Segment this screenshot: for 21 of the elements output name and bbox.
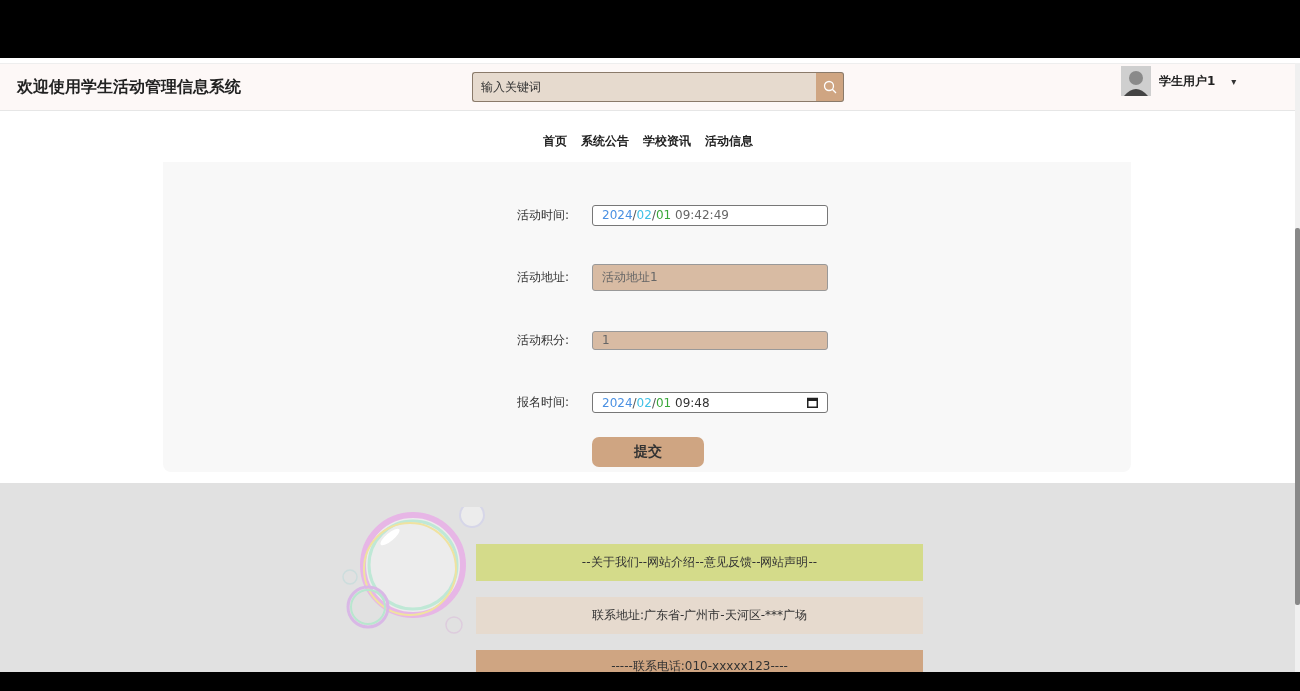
scrollbar-thumb[interactable]	[1295, 228, 1300, 605]
footer-text: -----联系电话:010-xxxxx123----	[611, 659, 788, 672]
input-field[interactable]: 2024/02/01 09:42:49	[592, 204, 828, 226]
field-label: 活动积分:	[517, 331, 571, 349]
site-title: 欢迎使用学生活动管理信息系统	[17, 76, 242, 98]
avatar[interactable]	[1121, 66, 1151, 96]
field-label: 活动地址:	[517, 269, 571, 287]
scrollbar[interactable]	[1295, 63, 1300, 672]
field-label: 活动时间:	[517, 206, 571, 224]
nav-link[interactable]: 系统公告	[581, 133, 629, 151]
footer-text: --关于我们--网站介绍--意见反馈--网站声明--	[581, 555, 818, 570]
field-label: 报名时间:	[517, 394, 571, 412]
submit-button[interactable]: 提交	[592, 437, 704, 468]
nav-link[interactable]: 学校资讯	[643, 133, 691, 151]
nav-link[interactable]: 首页	[543, 133, 567, 151]
user-name[interactable]: 学生用户1	[1159, 72, 1216, 90]
nav-link[interactable]: 活动信息	[705, 133, 753, 151]
calendar-icon[interactable]	[807, 397, 818, 409]
caret-icon[interactable]: ▾	[1231, 75, 1237, 87]
input-field[interactable]: 2024/02/01 09:48	[592, 392, 828, 414]
footer-text: 联系地址:广东省-广州市-天河区-***广场	[591, 608, 807, 623]
